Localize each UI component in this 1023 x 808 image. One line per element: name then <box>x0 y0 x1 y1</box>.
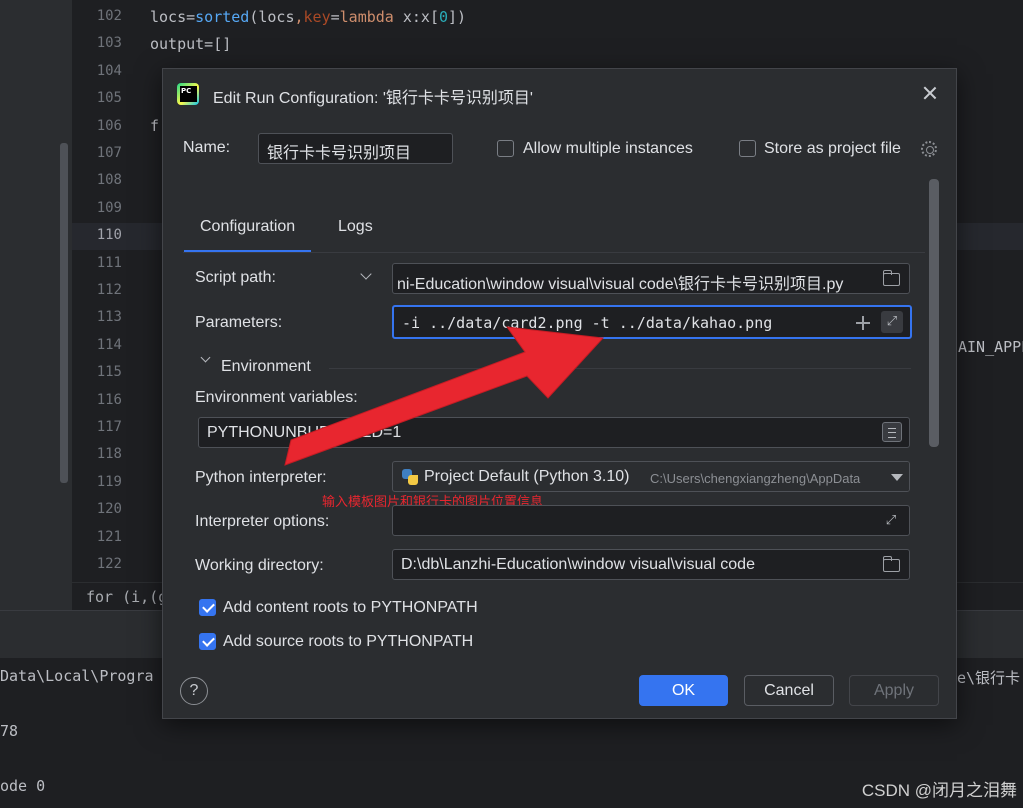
line-number: 108 <box>96 172 122 189</box>
line-number: 116 <box>96 391 122 408</box>
name-label: Name: <box>183 139 231 156</box>
line-number: 102 <box>96 8 122 24</box>
store-as-project-file-label[interactable]: Store as project file <box>764 140 901 158</box>
line-number: 110 <box>96 227 122 244</box>
line-number: 107 <box>96 145 122 161</box>
add-source-roots-checkbox[interactable] <box>199 633 216 650</box>
console-line: ode 0 <box>0 777 46 795</box>
collapse-chevron-icon[interactable] <box>200 352 211 363</box>
store-as-project-file-checkbox[interactable] <box>739 140 756 157</box>
plus-icon[interactable] <box>856 316 870 330</box>
edit-run-configuration-dialog: Edit Run Configuration: '银行卡卡号识别项目' Name… <box>162 68 957 719</box>
tab-logs[interactable]: Logs <box>338 209 373 253</box>
allow-multiple-instances-label[interactable]: Allow multiple instances <box>523 140 693 158</box>
name-input[interactable]: 银行卡卡号识别项目 <box>258 133 453 164</box>
line-number: 104 <box>96 62 122 79</box>
list-icon[interactable] <box>882 422 902 442</box>
parameters-field[interactable]: -i ../data/card2.png -t ../data/kahao.pn… <box>392 305 912 339</box>
project-tool-strip <box>0 0 72 610</box>
cancel-button[interactable]: Cancel <box>744 675 834 706</box>
working-directory-field[interactable]: D:\db\Lanzhi-Education\window visual\vis… <box>392 549 910 580</box>
parameters-label: Parameters: <box>195 314 283 331</box>
line-number: 117 <box>96 419 122 435</box>
folder-icon[interactable] <box>882 556 900 572</box>
line-number: 121 <box>96 528 122 545</box>
script-path-value: ni-Education\window visual\visual code\银… <box>397 276 844 293</box>
line-number: 109 <box>96 199 122 216</box>
console-line: 78 <box>0 722 19 740</box>
code-line-106[interactable]: f <box>150 117 159 135</box>
configuration-panel: Script path: ni-Education\window visual\… <box>183 254 925 662</box>
line-number: 122 <box>96 556 122 572</box>
chevron-down-icon[interactable] <box>360 268 372 280</box>
help-button[interactable]: ? <box>180 677 208 705</box>
environment-section-label[interactable]: Environment <box>221 358 311 376</box>
script-path-field[interactable]: ni-Education\window visual\visual code\银… <box>392 263 910 294</box>
line-number: 111 <box>96 254 122 271</box>
line-number: 114 <box>96 336 122 353</box>
expand-icon[interactable]: ⤢ <box>881 311 903 333</box>
ok-button[interactable]: OK <box>639 675 728 706</box>
line-number: 105 <box>96 90 122 107</box>
line-number: 115 <box>96 364 122 381</box>
dropdown-button[interactable] <box>883 462 909 491</box>
dialog-title: Edit Run Configuration: '银行卡卡号识别项目' <box>213 90 533 107</box>
tab-configuration[interactable]: Configuration <box>183 209 312 253</box>
environment-variables-label: Environment variables: <box>195 389 358 406</box>
close-icon[interactable] <box>920 83 940 103</box>
line-number-gutter: 102 103 104 105 106 107 108 109 110 111 112 113 114 1… <box>72 0 134 582</box>
working-directory-value: D:\db\Lanzhi-Education\window visual\vis… <box>401 556 755 573</box>
watermark: CSDN @闭月之泪舞 <box>861 781 1017 800</box>
folder-icon[interactable] <box>882 270 900 286</box>
console-line-fragment: e\银行卡 <box>957 669 1021 687</box>
add-content-roots-checkbox[interactable] <box>199 599 216 616</box>
dialog-button-bar: ? OK Cancel Apply <box>163 662 956 720</box>
dialog-scrollbar[interactable] <box>929 179 939 447</box>
gear-icon[interactable] <box>921 141 937 157</box>
line-number: 113 <box>96 309 122 326</box>
add-source-roots-label[interactable]: Add source roots to PYTHONPATH <box>223 633 473 651</box>
triangle-down-icon <box>891 474 903 481</box>
line-number: 112 <box>96 282 122 298</box>
interpreter-options-field[interactable]: ⤢ <box>392 505 910 536</box>
console-line: Data\Local\Progra <box>0 667 154 685</box>
line-number: 119 <box>96 473 122 490</box>
dialog-title-bar[interactable]: Edit Run Configuration: '银行卡卡号识别项目' <box>163 69 956 119</box>
tabs-divider <box>183 252 925 253</box>
environment-variables-field[interactable]: PYTHONUNBUFFERED=1 <box>198 417 910 448</box>
code-line-102[interactable]: locs=sorted(locs,key=lambda x:x[0]) <box>150 8 466 26</box>
apply-button[interactable]: Apply <box>849 675 939 706</box>
python-icon <box>402 469 418 485</box>
pycharm-logo-icon <box>177 83 199 105</box>
environment-variables-value: PYTHONUNBUFFERED=1 <box>207 424 402 441</box>
line-number: 103 <box>96 35 122 52</box>
code-line-103[interactable]: output=[] <box>150 35 231 53</box>
python-interpreter-select[interactable]: Project Default (Python 3.10) C:\Users\c… <box>392 461 910 492</box>
line-number: 120 <box>96 501 122 518</box>
code-fragment-right: AIN_APPE <box>958 338 1023 356</box>
python-interpreter-value: Project Default (Python 3.10) <box>424 468 630 485</box>
expand-icon[interactable]: ⤢ <box>880 510 902 532</box>
add-content-roots-label[interactable]: Add content roots to PYTHONPATH <box>223 599 478 617</box>
python-interpreter-label: Python interpreter: <box>195 469 327 486</box>
python-interpreter-path: C:\Users\chengxiangzheng\AppData <box>650 471 861 486</box>
script-path-label: Script path: <box>195 269 276 286</box>
section-divider <box>329 368 911 369</box>
parameters-value: -i ../data/card2.png -t ../data/kahao.pn… <box>402 314 773 332</box>
project-scrollbar[interactable] <box>60 143 68 483</box>
line-number: 118 <box>96 446 122 463</box>
allow-multiple-instances-checkbox[interactable] <box>497 140 514 157</box>
line-number: 106 <box>96 117 122 134</box>
working-directory-label: Working directory: <box>195 557 324 574</box>
interpreter-options-label: Interpreter options: <box>195 513 330 530</box>
